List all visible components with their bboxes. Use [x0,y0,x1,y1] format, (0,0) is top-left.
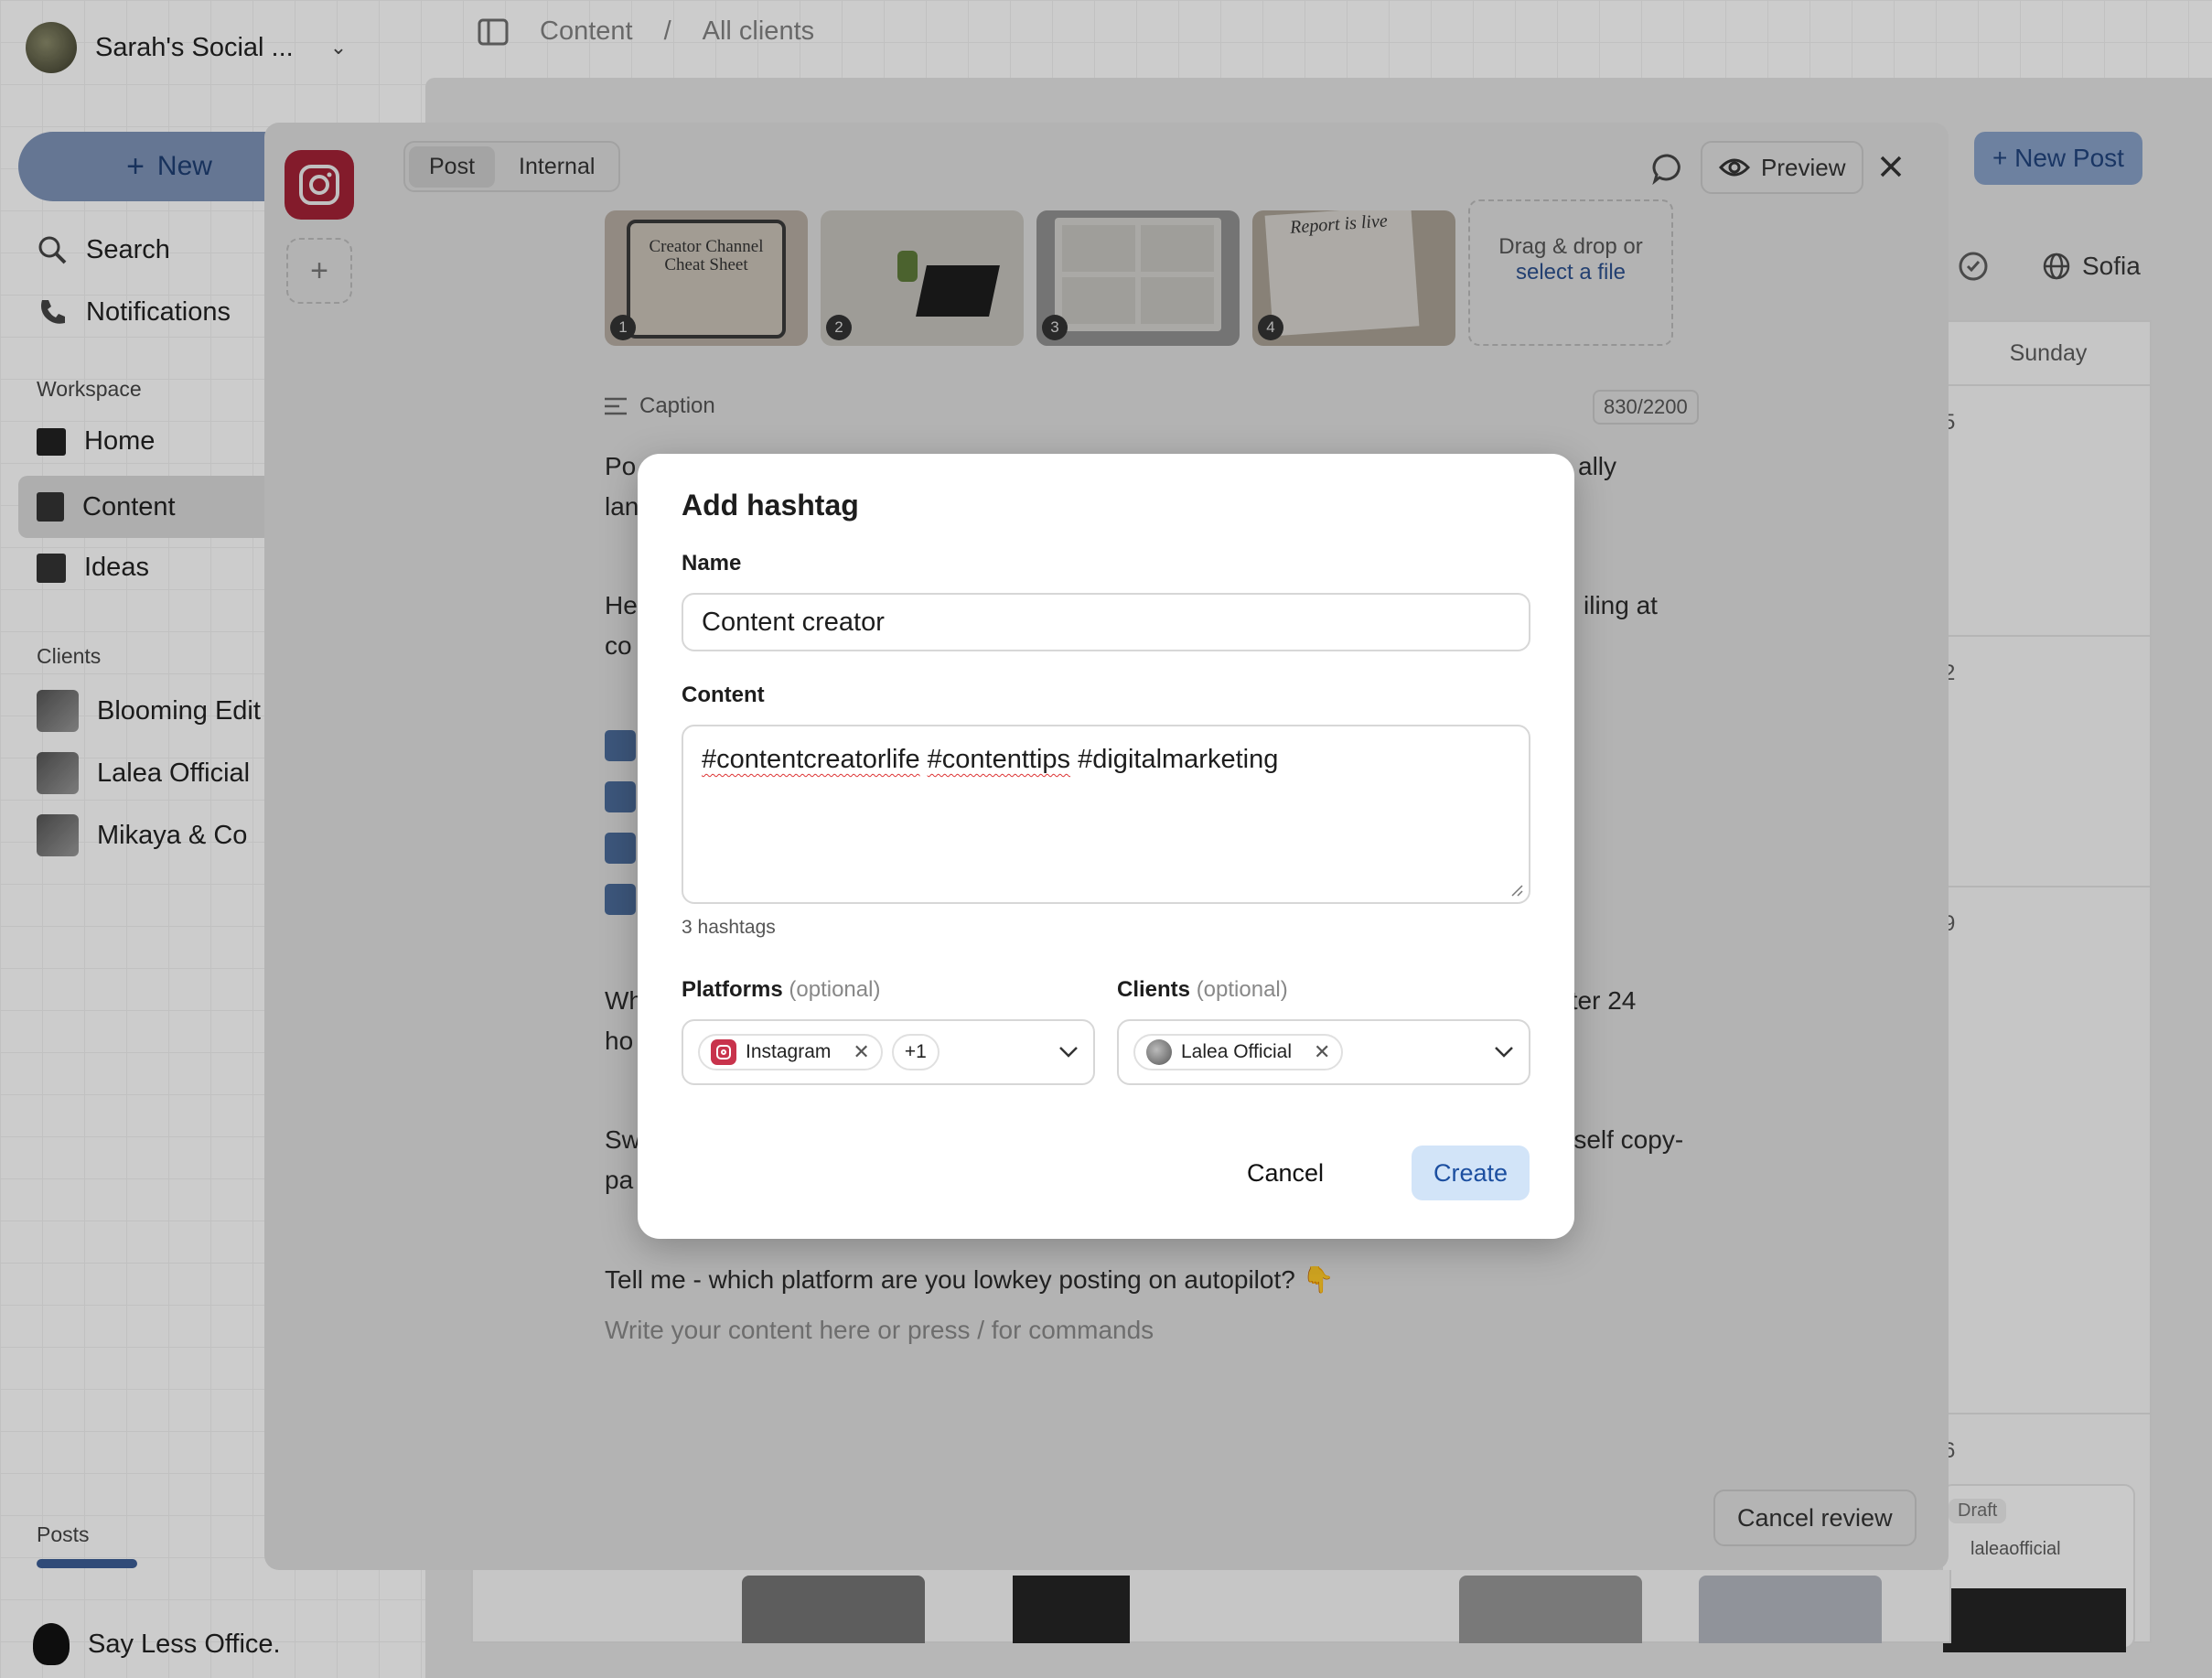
add-hashtag-modal: Add hashtag Name Content creator Content… [638,454,1574,1239]
content-label: Content [682,683,765,707]
client-avatar [1146,1039,1172,1065]
chevron-down-icon [1495,1047,1513,1058]
chevron-down-icon [1059,1047,1078,1058]
create-button[interactable]: Create [1412,1146,1530,1200]
hashtag-count: 3 hashtags [682,917,776,938]
name-label: Name [682,551,742,575]
hashtag-text: #digitalmarketing [1078,745,1279,774]
modal-title: Add hashtag [682,489,859,522]
platforms-select[interactable]: Instagram ✕ +1 [682,1019,1095,1085]
more-platforms-count[interactable]: +1 [891,1034,940,1070]
instagram-icon [711,1039,736,1065]
client-chip: Lalea Official ✕ [1133,1034,1344,1070]
name-value: Content creator [702,607,885,637]
clients-label: Clients (optional) [1117,977,1288,1003]
platforms-label-text: Platforms [682,977,783,1002]
client-chip-label: Lalea Official [1181,1041,1293,1062]
optional-hint: (optional) [1196,977,1288,1002]
platform-chip: Instagram ✕ [698,1034,883,1070]
platforms-label: Platforms (optional) [682,977,880,1003]
clients-label-text: Clients [1117,977,1191,1002]
clients-select[interactable]: Lalea Official ✕ [1117,1019,1530,1085]
optional-hint: (optional) [789,977,881,1002]
content-textarea[interactable]: #contentcreatorlife #contenttips #digita… [682,725,1530,904]
remove-chip-icon[interactable]: ✕ [853,1040,869,1064]
platform-chip-label: Instagram [746,1041,832,1062]
hashtag-text: #contentcreatorlife [702,745,920,774]
name-input[interactable]: Content creator [682,593,1530,651]
cancel-button[interactable]: Cancel [1230,1146,1340,1200]
resize-handle-icon[interactable] [1509,882,1523,897]
remove-chip-icon[interactable]: ✕ [1314,1040,1330,1064]
hashtag-text: #contenttips [927,745,1071,774]
